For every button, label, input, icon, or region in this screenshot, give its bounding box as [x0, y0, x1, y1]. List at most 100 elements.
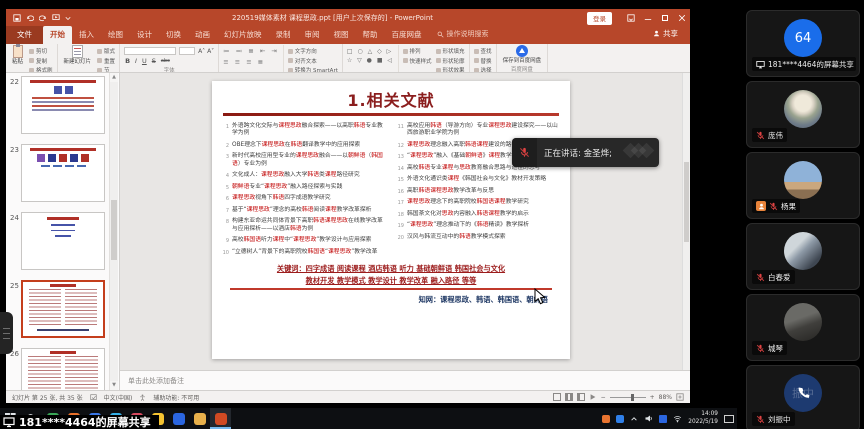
participant-tile[interactable]: 白春爱 — [746, 223, 860, 290]
ribbon-tab[interactable]: 文件 — [6, 26, 43, 44]
save-to-baidu-netdisk-button[interactable]: 保存到百度网盘 — [501, 45, 544, 64]
participant-name-chip: 181****4464的屏幕共享 — [752, 57, 856, 71]
font-style-button[interactable]: I — [134, 57, 138, 65]
slide-thumbnail[interactable] — [21, 212, 105, 270]
ribbon-button[interactable]: 形状轮廓 — [436, 57, 465, 65]
language-indicator[interactable]: 中文(中国) — [104, 393, 133, 402]
ribbon-button[interactable]: 快速样式 — [403, 57, 432, 65]
ribbon-tab[interactable]: 绘图 — [101, 26, 130, 44]
ribbon-display-options-icon[interactable] — [622, 9, 639, 27]
accessibility-status[interactable]: 辅助功能: 不可用 — [153, 393, 199, 402]
ribbon-tab[interactable]: 开始 — [43, 26, 72, 44]
minimize-icon[interactable] — [639, 9, 656, 27]
ribbon-button-label: 版式 — [104, 47, 115, 55]
participant-tile[interactable]: 64181****4464的屏幕共享 — [746, 10, 860, 77]
redo-icon[interactable] — [39, 14, 47, 22]
editor-scrollbar[interactable] — [682, 73, 690, 370]
ribbon-button-icon — [288, 58, 293, 63]
grow-shrink-font-icon[interactable]: A˄ A˅ — [198, 48, 214, 55]
ribbon-button[interactable]: 转换为 SmartArt — [288, 66, 338, 73]
ribbon-tab[interactable]: 审阅 — [298, 26, 327, 44]
meeting-panel-handle[interactable] — [0, 312, 13, 354]
ribbon-tab[interactable]: 插入 — [72, 26, 101, 44]
action-center-icon[interactable] — [724, 415, 734, 423]
ribbon-tab[interactable]: 幻灯片放映 — [217, 26, 269, 44]
ribbon-tab[interactable]: 动画 — [188, 26, 217, 44]
taskbar-app-icon[interactable] — [189, 408, 210, 429]
font-style-button[interactable]: B — [124, 57, 131, 65]
ribbon-tab[interactable]: 录制 — [269, 26, 298, 44]
qat-more-icon[interactable] — [65, 15, 71, 21]
paste-button[interactable]: 粘贴 — [10, 45, 25, 65]
tray-app-blue-icon[interactable] — [616, 415, 624, 423]
ribbon-button[interactable]: 对齐文本 — [288, 57, 338, 65]
ribbon-button[interactable]: 选择 — [474, 66, 492, 73]
participant-tile[interactable]: 振中刘振中 — [746, 365, 860, 429]
fit-to-window-icon[interactable] — [676, 393, 684, 401]
participant-tile[interactable]: 城琴 — [746, 294, 860, 361]
ribbon-button[interactable]: 形状效果 — [436, 66, 465, 73]
ribbon-tab[interactable]: 切换 — [159, 26, 188, 44]
close-icon[interactable] — [673, 9, 690, 27]
ribbon-button[interactable]: 查找 — [474, 47, 492, 55]
share-button[interactable]: 共享 — [641, 28, 690, 44]
taskbar-app-icon[interactable] — [168, 408, 189, 429]
save-icon[interactable] — [13, 14, 21, 22]
slide-sorter-view-icon[interactable] — [565, 393, 573, 401]
restore-icon[interactable] — [656, 9, 673, 27]
shapes-gallery[interactable]: □ ○ △ ◇ ▷☆ ▽ ● ■ ◁ — [347, 45, 394, 65]
ribbon-button[interactable]: 排列 — [403, 47, 432, 55]
tray-app-orange-icon[interactable] — [602, 415, 610, 423]
zoom-level[interactable]: 88% — [659, 394, 672, 401]
ribbon-tab[interactable]: 设计 — [130, 26, 159, 44]
font-style-button[interactable]: S — [151, 57, 157, 65]
font-name-select[interactable] — [124, 47, 176, 55]
ribbon-button[interactable]: 替换 — [474, 57, 492, 65]
ime-indicator-icon[interactable] — [659, 415, 667, 423]
zoom-in-icon[interactable]: + — [650, 394, 655, 401]
font-style-button[interactable]: abc — [160, 58, 171, 64]
zoom-out-icon[interactable]: − — [601, 394, 606, 401]
reading-view-icon[interactable] — [577, 393, 585, 401]
new-slide-button[interactable]: 新建幻灯片 — [62, 45, 94, 65]
slide-thumbnail[interactable] — [21, 280, 105, 338]
zoom-slider[interactable] — [610, 397, 646, 398]
ribbon-button[interactable]: 剪切 — [29, 47, 53, 55]
speaker-icon[interactable] — [644, 414, 653, 423]
list-buttons-icons[interactable]: ≔ ≕ ≣ ⇤ ⇥ — [223, 47, 279, 56]
ribbon-button[interactable]: 复制 — [29, 57, 53, 65]
ribbon-button[interactable]: 版式 — [97, 47, 115, 55]
ribbon-button[interactable]: 文字方向 — [288, 47, 338, 55]
align-buttons-icons[interactable]: ≡ ≡ ≡ ≣ — [223, 58, 279, 67]
network-icon[interactable] — [673, 414, 682, 423]
notes-pane[interactable]: 单击此处添加备注 — [120, 370, 690, 390]
ribbon-button[interactable]: 格式刷 — [29, 66, 53, 73]
slide-thumbnail[interactable] — [21, 76, 105, 134]
spell-check-icon[interactable] — [90, 394, 97, 401]
slide-canvas[interactable]: 1.相关文献 1外语跨文化交际与课程思政融合探索——以高职韩语专业教学为例2OB… — [212, 81, 570, 359]
literature-item-text: 高校韩国语听力课程中“课程思政”教学设计与应用探索 — [232, 237, 371, 245]
ribbon-tab[interactable]: 帮助 — [356, 26, 385, 44]
slide-thumbnail[interactable] — [21, 348, 105, 390]
font-size-select[interactable] — [179, 47, 195, 55]
font-style-button[interactable]: U — [141, 57, 148, 65]
literature-item: 9高校韩国语听力课程中“课程思政”教学设计与应用探索 — [222, 237, 385, 245]
slide-thumbnail[interactable] — [21, 144, 105, 202]
taskbar-clock[interactable]: 14:09 2022/5/19 — [688, 411, 718, 427]
tell-me-search[interactable]: 操作说明搜索 — [429, 29, 497, 44]
thumbnail-number: 24 — [10, 214, 19, 222]
ribbon-tab[interactable]: 百度网盘 — [385, 26, 429, 44]
undo-icon[interactable] — [26, 14, 34, 22]
ribbon-button[interactable]: 形状填充 — [436, 47, 465, 55]
participant-tile[interactable]: 庞伟 — [746, 81, 860, 148]
ribbon-button[interactable]: 节 — [97, 66, 115, 73]
ribbon-tab[interactable]: 视图 — [327, 26, 356, 44]
slideshow-icon[interactable] — [52, 14, 60, 22]
taskbar-app-icon[interactable] — [210, 408, 231, 429]
slideshow-view-icon[interactable] — [589, 393, 597, 401]
ribbon-button[interactable]: 重置 — [97, 57, 115, 65]
login-button[interactable]: 登录 — [587, 12, 612, 25]
participant-tile[interactable]: 杨果 — [746, 152, 860, 219]
normal-view-icon[interactable] — [553, 393, 561, 401]
tray-expand-icon[interactable] — [630, 415, 638, 423]
